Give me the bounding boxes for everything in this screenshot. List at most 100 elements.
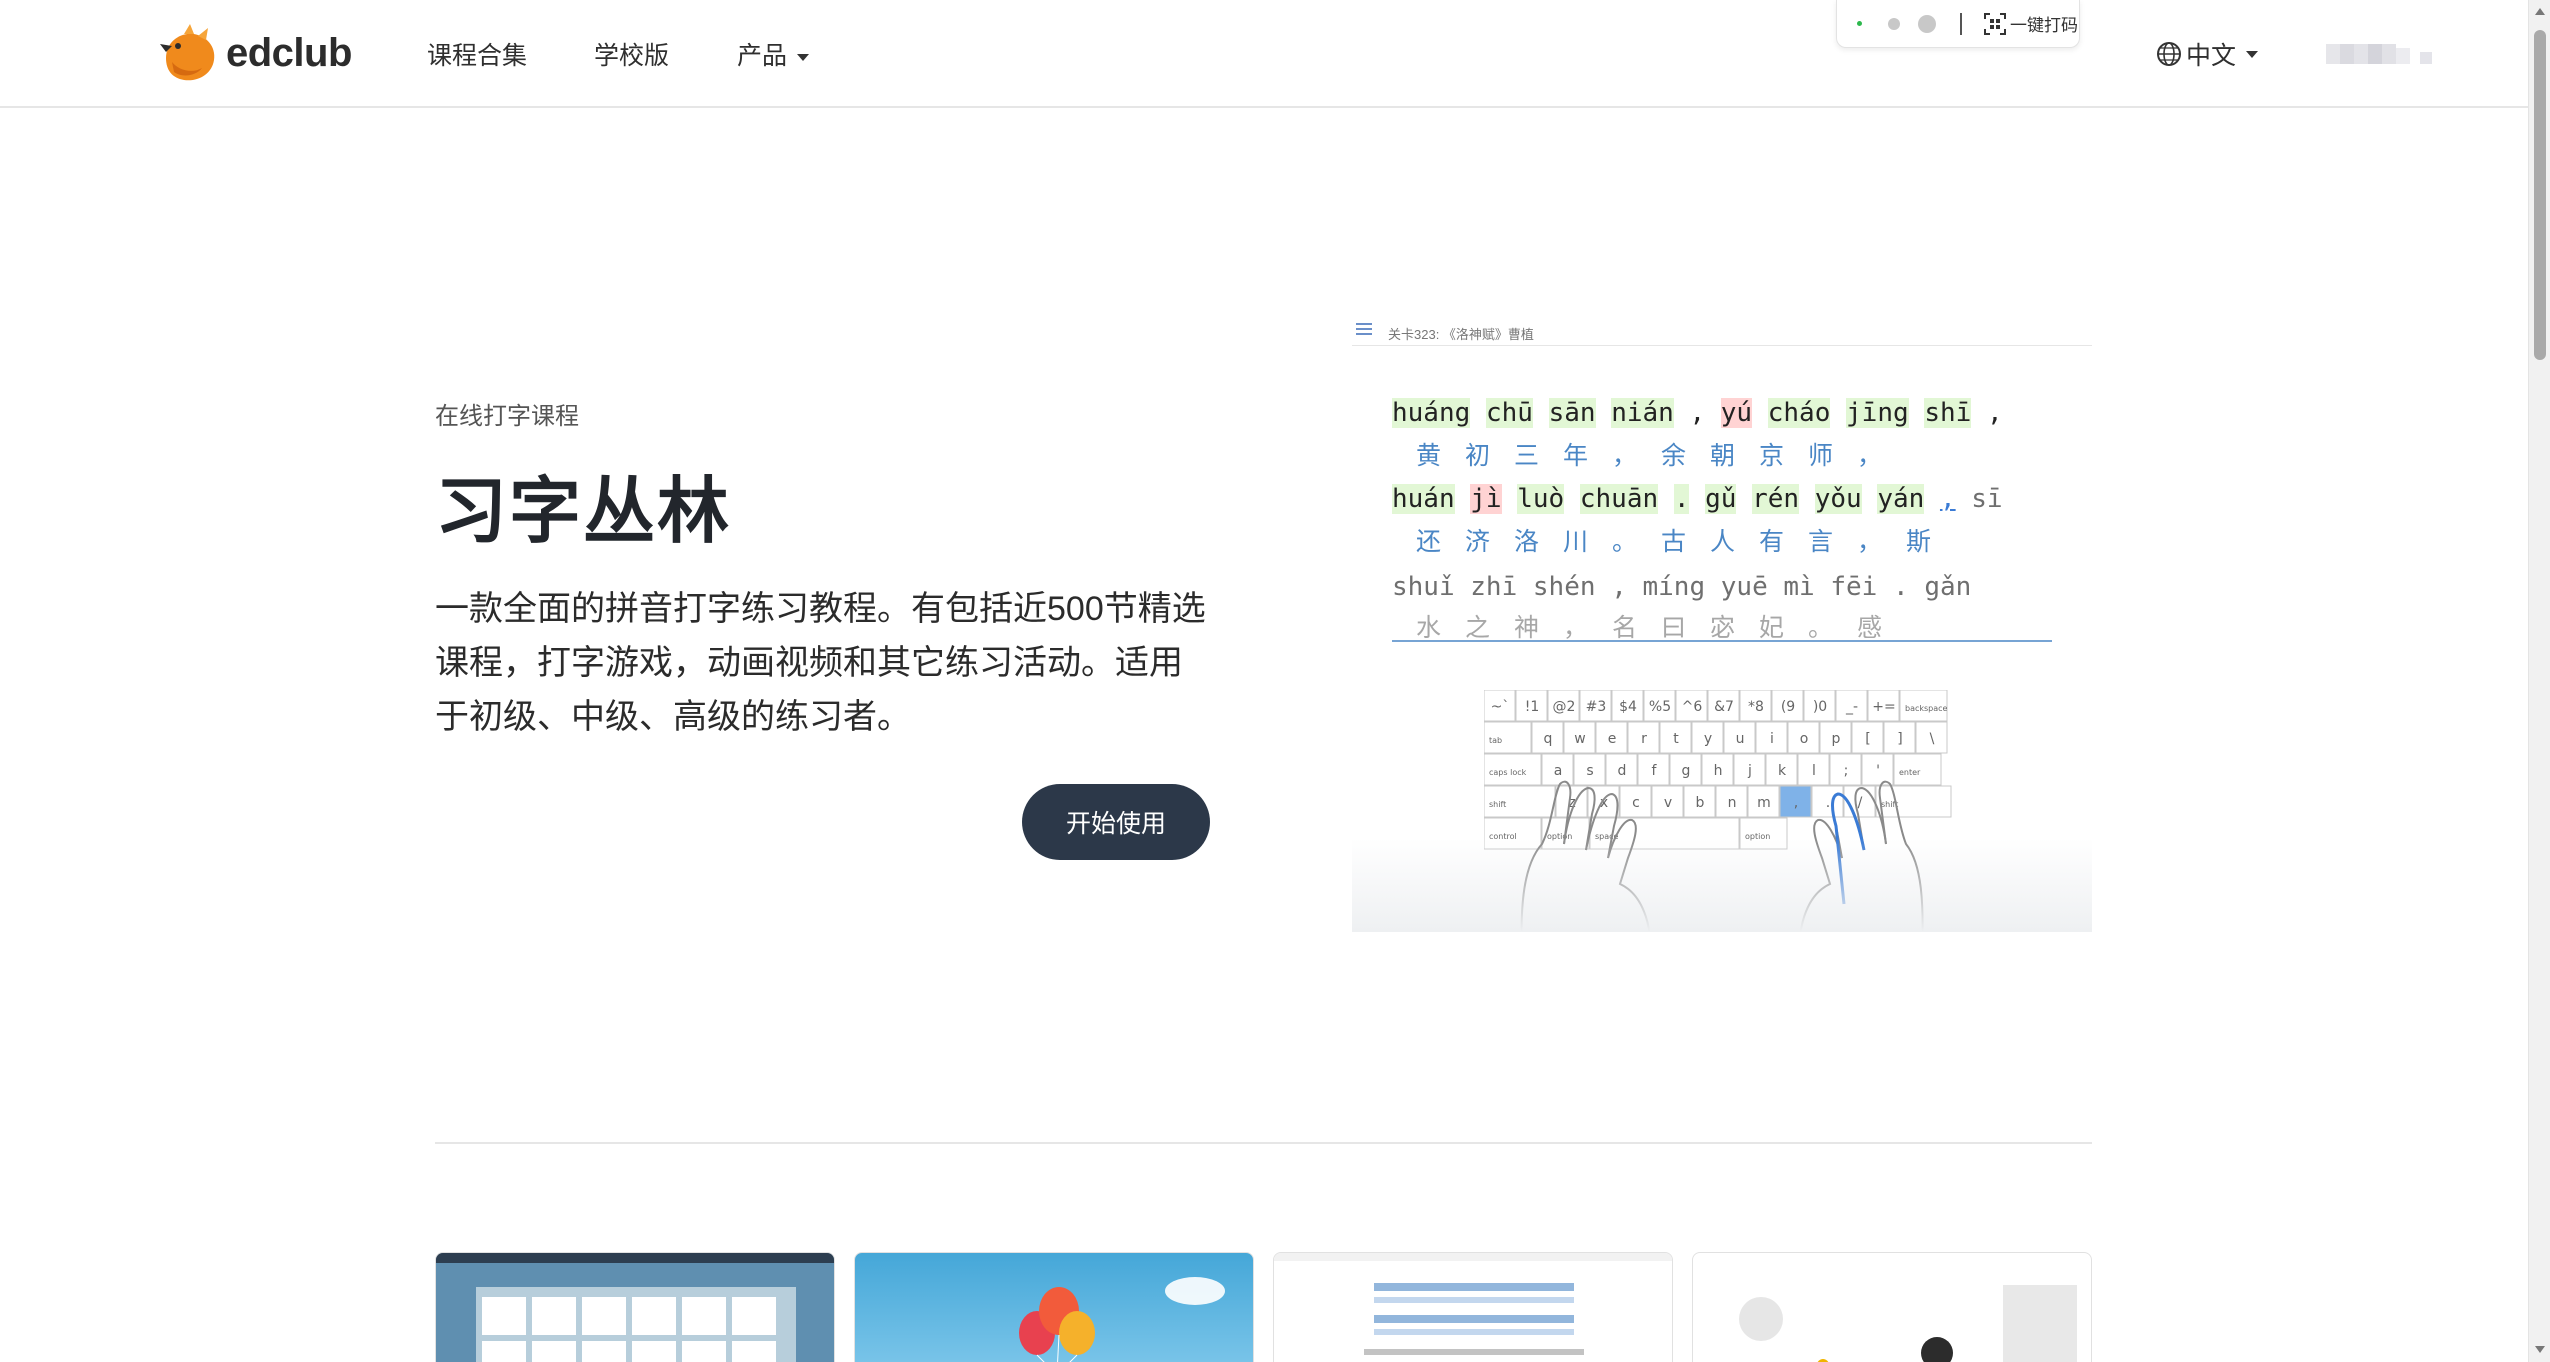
hanzi-line-1: 黄初三年，余朝京师， <box>1416 441 1907 470</box>
keyboard-key-label: #3 <box>1586 699 1607 715</box>
scroll-up-arrow-icon[interactable] <box>2535 8 2545 15</box>
keyboard-key: y <box>1691 721 1724 754</box>
language-label: 中文 <box>2186 42 2237 70</box>
status-dot-icon <box>1857 21 1862 26</box>
keyboard-key-label: [ <box>1865 731 1870 747</box>
keyboard-key: backspace <box>1899 689 1948 722</box>
keyboard-key-label: @2 <box>1553 699 1576 715</box>
typing-progress-underline <box>1392 640 2052 642</box>
keyboard-key: o <box>1787 721 1820 754</box>
scroll-down-arrow-icon[interactable] <box>2535 1346 2545 1353</box>
keyboard-key: _- <box>1835 689 1868 722</box>
page-scrollbar[interactable] <box>2528 0 2550 1362</box>
pinyin-syllable: cháo <box>1767 398 1831 428</box>
pinyin-syllable: gǔ <box>1705 484 1737 514</box>
keyboard-key-label: *8 <box>1748 699 1764 715</box>
keyboard-key-label: $4 <box>1619 699 1637 715</box>
chevron-down-icon <box>797 53 810 61</box>
dot-large-icon[interactable] <box>1918 14 1936 33</box>
user-avatar-blurred[interactable] <box>2326 40 2436 68</box>
lessons-screenshot-thumbnail <box>436 1253 834 1362</box>
balloons-thumbnail <box>1019 1277 1225 1362</box>
pinyin-syllable-error: yú <box>1720 398 1753 428</box>
keyboard-key-label: e <box>1608 731 1617 747</box>
keyboard-key-label: i <box>1770 731 1774 747</box>
edclub-bird-icon <box>160 24 215 81</box>
pinyin-line-1: huáng chū sān nián , yú cháo jīng shī , <box>1392 398 2003 428</box>
keyboard-key: #3 <box>1579 689 1612 722</box>
keyboard-key: tab <box>1483 721 1532 754</box>
pinyin-syllable: , <box>1611 572 1627 602</box>
globe-icon <box>2157 42 2181 66</box>
keyboard-key-label: ] <box>1897 731 1902 747</box>
pinyin-syllable: chuān <box>1579 484 1659 514</box>
course-card-games[interactable] <box>854 1252 1254 1362</box>
keyboard-key: += <box>1867 689 1900 722</box>
pinyin-syllable: zhī <box>1470 572 1518 602</box>
hanzi-line-2: 还济洛川。古人有言，斯 <box>1416 527 1956 556</box>
keyboard-key-label: &7 <box>1714 699 1734 715</box>
extension-toolbar: 一键打码 <box>1836 0 2080 48</box>
menu-icon <box>1356 323 1372 335</box>
keyboard-key-label: ~` <box>1491 699 1510 715</box>
one-click-mask-label: 一键打码 <box>2010 16 2078 35</box>
pinyin-syllable: nián <box>1611 398 1674 428</box>
brand-logo[interactable]: edclub <box>158 22 352 84</box>
keyboard-key: q <box>1531 721 1564 754</box>
pinyin-line-3: shuǐ zhī shén , míng yuē mì fēi . gǎn <box>1392 572 1971 602</box>
dot-small-icon[interactable] <box>1888 17 1900 30</box>
keyboard-key-label: \ <box>1930 731 1935 747</box>
keyboard-key: %5 <box>1643 689 1676 722</box>
pinyin-syllable-error: jì <box>1470 484 1502 514</box>
scrollbar-thumb[interactable] <box>2534 30 2546 360</box>
keyboard-key: r <box>1627 721 1660 754</box>
course-card-lessons[interactable] <box>435 1252 835 1362</box>
pinyin-syllable: jīng <box>1846 398 1909 428</box>
keyboard-key-label: backspace <box>1905 704 1948 713</box>
keyboard-key: e <box>1595 721 1628 754</box>
keyboard-key: p <box>1819 721 1852 754</box>
one-click-mask-button[interactable]: 一键打码 <box>1984 11 2078 36</box>
pinyin-syllable: shén <box>1532 572 1596 602</box>
nav-course-collection[interactable]: 课程合集 <box>427 36 527 72</box>
course-card-video[interactable] <box>1692 1252 2092 1362</box>
keyboard-key: !1 <box>1515 689 1548 722</box>
pinyin-syllable: mì <box>1783 572 1815 602</box>
keyboard-key-label: u <box>1736 731 1745 747</box>
keyboard-key-label: (9 <box>1781 699 1795 715</box>
hero-description: 一款全面的拼音打字练习教程。有包括近500节精选课程，打字游戏，动画视频和其它练… <box>435 590 1206 736</box>
keyboard-key-label: y <box>1704 731 1712 747</box>
pinyin-syllable: huáng <box>1392 398 1471 428</box>
pinyin-syllable: sī <box>1971 484 2003 514</box>
language-selector[interactable]: 中文 <box>2156 36 2259 72</box>
pinyin-line-2: huán jì luò chuān . gǔ rén yǒu yán , sī <box>1392 484 2003 514</box>
pinyin-syllable: fēi <box>1830 572 1878 602</box>
keyboard-key: i <box>1755 721 1788 754</box>
pinyin-syllable: , <box>1986 398 2003 428</box>
keyboard-key-label: p <box>1832 731 1841 747</box>
qr-scan-icon <box>1984 12 2006 35</box>
pinyin-syllable: sān <box>1548 398 1596 428</box>
course-card-practice[interactable] <box>1273 1252 1673 1362</box>
nav-school-edition[interactable]: 学校版 <box>594 36 669 72</box>
pinyin-syllable: luò <box>1517 484 1565 514</box>
keyboard-key-label: += <box>1872 699 1895 715</box>
hero-title: 习字丛林 <box>435 472 732 552</box>
keyboard-key: w <box>1563 721 1596 754</box>
pinyin-cursor-syllable: , <box>1939 484 1956 514</box>
pinyin-syllable: . <box>1893 572 1909 602</box>
keyboard-key: @2 <box>1547 689 1580 722</box>
keyboard-key-label: )0 <box>1813 699 1827 715</box>
pinyin-syllable: shī <box>1924 398 1972 428</box>
pinyin-syllable: rén <box>1752 484 1800 514</box>
keyboard-key: (9 <box>1771 689 1804 722</box>
section-divider <box>435 1142 2092 1144</box>
start-button[interactable]: 开始使用 <box>1022 784 1210 860</box>
nav-products-label: 产品 <box>737 42 788 70</box>
pinyin-syllable: chū <box>1485 398 1533 428</box>
nav-products[interactable]: 产品 <box>737 36 810 72</box>
keyboard-key-label: _- <box>1845 699 1858 715</box>
toolbar-divider <box>1960 12 1962 35</box>
pinyin-syllable: yuē <box>1720 572 1768 602</box>
animation-video-thumbnail <box>1739 1285 2077 1362</box>
